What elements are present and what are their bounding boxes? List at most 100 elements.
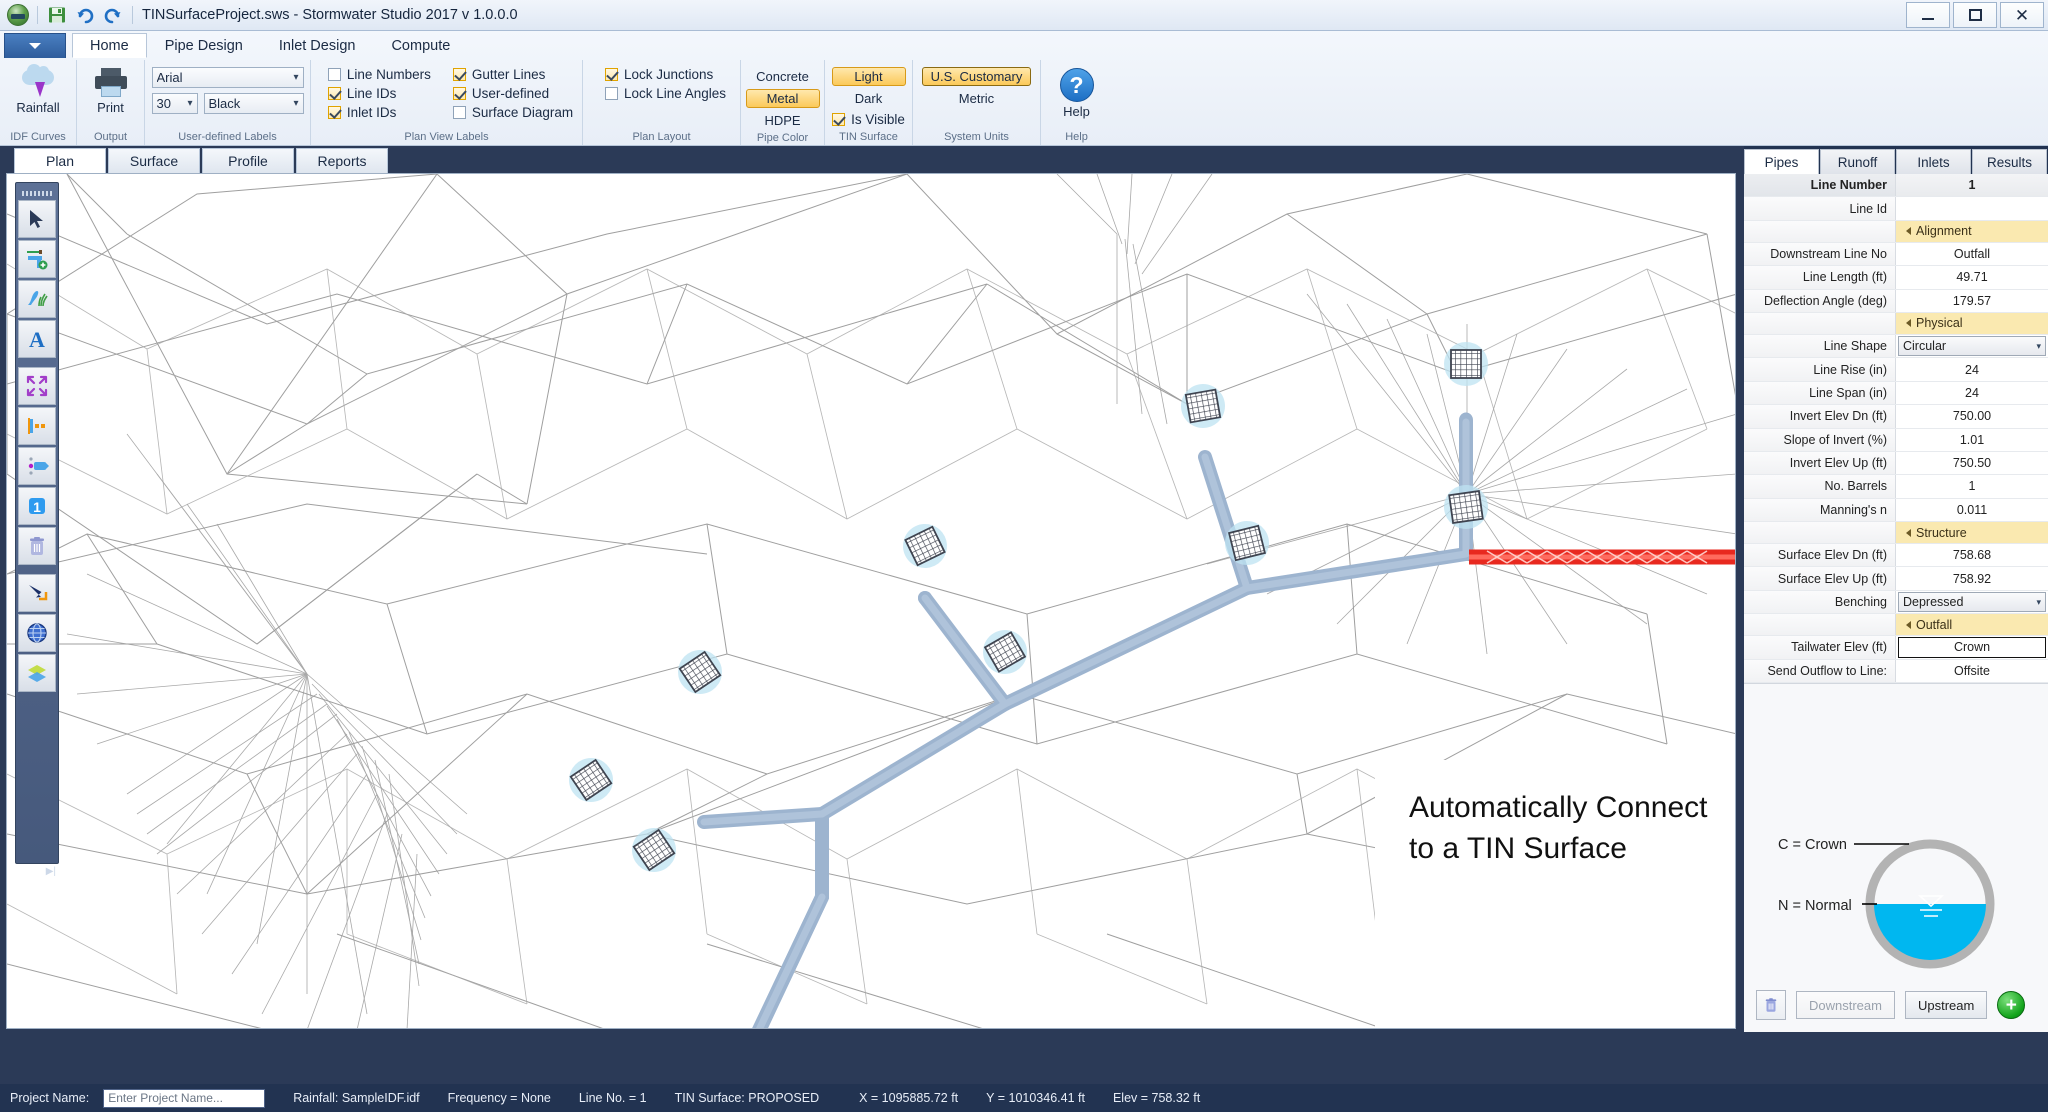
property-row-surface-elev-dn[interactable]: Surface Elev Dn (ft) 758.68 [1744, 544, 2048, 568]
property-row-mannings-n[interactable]: Manning's n 0.011 [1744, 498, 2048, 523]
tin-surface-light[interactable]: Light [831, 67, 906, 86]
property-value[interactable]: 24 [1896, 358, 2048, 381]
category-label[interactable]: Outfall [1896, 614, 2048, 636]
property-value[interactable]: 750.00 [1896, 405, 2048, 428]
property-value[interactable]: 1 [1896, 475, 2048, 498]
globe-tool[interactable] [18, 614, 56, 652]
pipe-color-hdpe[interactable]: HDPE [746, 111, 820, 130]
property-row-tailwater-elev[interactable]: Tailwater Elev (ft) Crown [1744, 636, 2048, 660]
category-label[interactable]: Physical [1896, 312, 2048, 334]
property-value[interactable]: Outfall [1896, 242, 2048, 266]
category-label[interactable]: Structure [1896, 522, 2048, 544]
rainfall-button[interactable]: Rainfall [5, 64, 71, 115]
property-value[interactable]: 0.011 [1896, 498, 2048, 522]
undo-icon[interactable] [71, 2, 99, 28]
tab-plan[interactable]: Plan [14, 148, 106, 173]
line-shape-select[interactable]: Circular ▾ [1898, 336, 2046, 356]
maximize-button[interactable] [1953, 2, 1997, 28]
pipe-color-metal[interactable]: Metal [745, 89, 820, 108]
property-row-downstream-line-no[interactable]: Downstream Line No Outfall [1744, 242, 2048, 267]
help-button[interactable]: ? Help [1047, 64, 1107, 119]
property-row-line-number[interactable]: Line Number 1 [1744, 174, 2048, 198]
layers-tool[interactable] [18, 654, 56, 692]
property-value[interactable] [1896, 197, 2048, 220]
plan-canvas[interactable]: Automatically Connect to a TIN Surface A… [6, 173, 1736, 1029]
checkbox-user-defined[interactable]: User-defined [452, 86, 573, 101]
app-menu-button[interactable] [4, 2, 32, 28]
checkbox-lock-junctions[interactable]: Lock Junctions [604, 67, 726, 82]
property-category-alignment[interactable]: Alignment [1744, 220, 2048, 243]
toolbar-expand-icon[interactable]: ▶| [46, 866, 56, 877]
text-tool[interactable]: A [18, 320, 56, 358]
property-category-outfall[interactable]: Outfall [1744, 614, 2048, 637]
insert-node-tool[interactable] [18, 447, 56, 485]
add-line-button[interactable]: + [1997, 991, 2026, 1019]
property-value[interactable]: 758.68 [1896, 544, 2048, 567]
property-value[interactable]: 1 [1896, 174, 2048, 197]
move-node-tool[interactable] [18, 407, 56, 445]
property-row-line-span[interactable]: Line Span (in) 24 [1744, 381, 2048, 406]
snap-tool[interactable] [18, 574, 56, 612]
panel-tab-runoff[interactable]: Runoff [1820, 149, 1895, 174]
benching-select[interactable]: Depressed ▾ [1898, 592, 2046, 612]
stream-tool[interactable] [18, 280, 56, 318]
ribbon-tab-home[interactable]: Home [72, 33, 147, 58]
zoom-extents-tool[interactable] [18, 367, 56, 405]
add-line-tool[interactable] [18, 240, 56, 278]
renumber-tool[interactable]: 1 [18, 487, 56, 525]
checkbox-is-visible[interactable]: Is Visible [832, 112, 905, 127]
property-value[interactable]: 1.01 [1896, 428, 2048, 451]
property-row-send-outflow-to-line[interactable]: Send Outflow to Line: Offsite [1744, 659, 2048, 684]
property-row-line-length[interactable]: Line Length (ft) 49.71 [1744, 266, 2048, 290]
delete-tool[interactable] [18, 527, 56, 565]
system-units-metric[interactable]: Metric [940, 89, 1014, 108]
category-label[interactable]: Alignment [1896, 220, 2048, 242]
ribbon-tab-pipe-design[interactable]: Pipe Design [147, 33, 261, 58]
property-row-no-barrels[interactable]: No. Barrels 1 [1744, 475, 2048, 499]
checkbox-gutter-lines[interactable]: Gutter Lines [452, 67, 573, 82]
panel-tab-inlets[interactable]: Inlets [1896, 149, 1971, 174]
upstream-button[interactable]: Upstream [1904, 991, 1988, 1019]
property-row-deflection-angle[interactable]: Deflection Angle (deg) 179.57 [1744, 289, 2048, 313]
property-row-surface-elev-up[interactable]: Surface Elev Up (ft) 758.92 [1744, 567, 2048, 591]
font-size-select[interactable]: 30 ▾ [151, 93, 198, 114]
ribbon-tab-compute[interactable]: Compute [373, 33, 468, 58]
font-family-select[interactable]: Arial ▾ [151, 67, 304, 88]
tailwater-elev-field[interactable]: Crown [1898, 637, 2046, 658]
property-value[interactable]: 750.50 [1896, 451, 2048, 475]
print-button[interactable]: Print [78, 64, 144, 115]
checkbox-inlet-ids[interactable]: Inlet IDs [327, 105, 431, 120]
property-value[interactable]: 24 [1896, 381, 2048, 405]
property-row-line-shape[interactable]: Line Shape Circular ▾ [1744, 334, 2048, 359]
toolbar-drag-handle[interactable] [22, 191, 52, 196]
property-category-physical[interactable]: Physical [1744, 312, 2048, 335]
redo-icon[interactable] [99, 2, 127, 28]
downstream-button[interactable]: Downstream [1796, 991, 1895, 1019]
property-row-slope-of-invert[interactable]: Slope of Invert (%) 1.01 [1744, 428, 2048, 452]
system-units-us-customary[interactable]: U.S. Customary [921, 67, 1032, 86]
select-arrow-tool[interactable] [18, 200, 56, 238]
save-icon[interactable] [43, 2, 71, 28]
checkbox-line-ids[interactable]: Line IDs [327, 86, 431, 101]
property-row-line-id[interactable]: Line Id [1744, 197, 2048, 221]
close-button[interactable]: ✕ [2000, 2, 2044, 28]
checkbox-line-numbers[interactable]: Line Numbers [327, 67, 431, 82]
tab-reports[interactable]: Reports [296, 148, 388, 173]
project-name-input[interactable]: Enter Project Name... [103, 1088, 266, 1108]
minimize-button[interactable] [1906, 2, 1950, 28]
checkbox-lock-line-angles[interactable]: Lock Line Angles [604, 86, 726, 101]
file-menu-button[interactable] [4, 33, 66, 58]
property-row-benching[interactable]: Benching Depressed ▾ [1744, 590, 2048, 615]
property-row-line-rise[interactable]: Line Rise (in) 24 [1744, 358, 2048, 382]
font-color-select[interactable]: Black ▾ [203, 93, 304, 114]
property-value[interactable]: 758.92 [1896, 567, 2048, 590]
pipe-color-concrete[interactable]: Concrete [746, 67, 820, 86]
tab-surface[interactable]: Surface [108, 148, 200, 173]
panel-tab-results[interactable]: Results [1972, 149, 2047, 174]
property-value[interactable]: 49.71 [1896, 266, 2048, 289]
property-category-structure[interactable]: Structure [1744, 522, 2048, 545]
tab-profile[interactable]: Profile [202, 148, 294, 173]
tin-surface-dark[interactable]: Dark [832, 89, 906, 108]
checkbox-surface-diagram[interactable]: Surface Diagram [452, 105, 573, 120]
property-row-invert-elev-dn[interactable]: Invert Elev Dn (ft) 750.00 [1744, 405, 2048, 429]
